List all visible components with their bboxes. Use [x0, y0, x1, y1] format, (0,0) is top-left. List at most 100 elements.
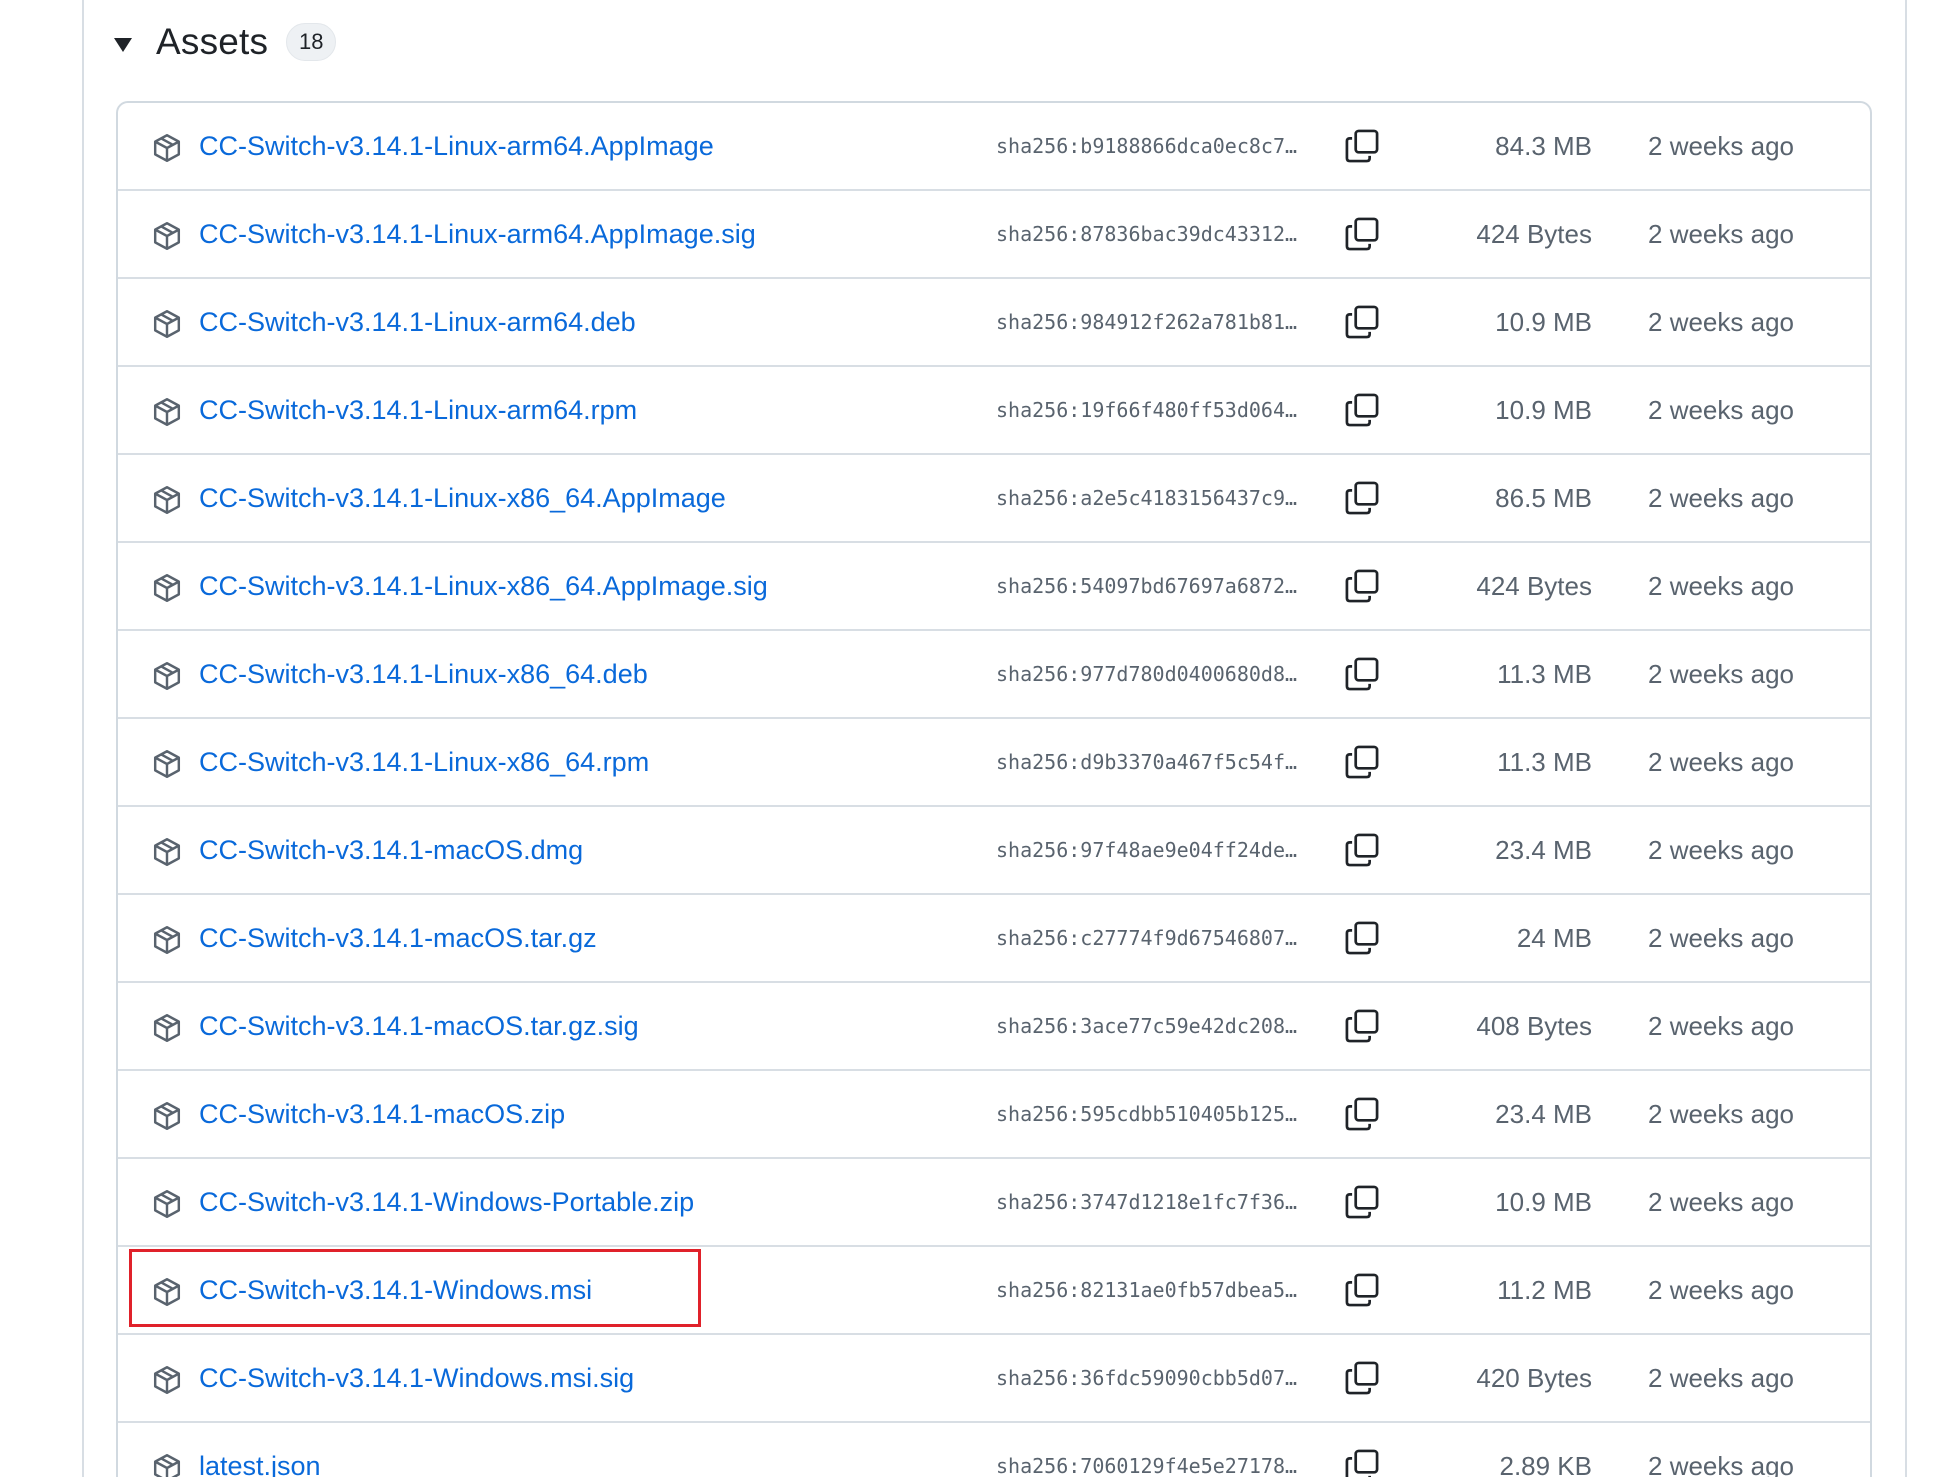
asset-updated-time: 2 weeks ago	[1648, 659, 1794, 689]
package-icon	[152, 1189, 182, 1219]
asset-download-link[interactable]: CC-Switch-v3.14.1-Linux-x86_64.AppImage	[199, 455, 726, 541]
package-icon	[152, 661, 182, 691]
asset-size: 84.3 MB	[1495, 131, 1592, 161]
assets-title: Assets	[156, 21, 269, 62]
asset-download-link[interactable]: CC-Switch-v3.14.1-Linux-x86_64.AppImage.…	[199, 543, 768, 629]
asset-sha256: sha256:97f48ae9e04ff24de…	[996, 838, 1298, 862]
copy-icon[interactable]	[1344, 1008, 1380, 1044]
asset-sha256: sha256:3747d1218e1fc7f36…	[996, 1190, 1298, 1214]
asset-size: 408 Bytes	[1476, 1011, 1592, 1041]
copy-icon[interactable]	[1344, 920, 1380, 956]
asset-download-link[interactable]: CC-Switch-v3.14.1-Linux-arm64.deb	[199, 279, 636, 365]
asset-updated-time: 2 weeks ago	[1648, 395, 1794, 425]
asset-sha256: sha256:7060129f4e5e27178…	[996, 1454, 1298, 1477]
package-icon	[152, 837, 182, 867]
asset-download-link[interactable]: CC-Switch-v3.14.1-Linux-arm64.rpm	[199, 367, 637, 453]
asset-size: 11.3 MB	[1497, 747, 1592, 777]
asset-updated-time: 2 weeks ago	[1648, 483, 1794, 513]
package-icon	[152, 485, 182, 515]
asset-size: 420 Bytes	[1476, 1363, 1592, 1393]
asset-row: CC-Switch-v3.14.1-Windows.msi sha256:8213…	[118, 1247, 1870, 1335]
copy-icon[interactable]	[1344, 744, 1380, 780]
asset-sha256: sha256:595cdbb510405b125…	[996, 1102, 1298, 1126]
asset-size: 24 MB	[1516, 923, 1592, 953]
asset-download-link[interactable]: CC-Switch-v3.14.1-Linux-x86_64.deb	[199, 631, 648, 717]
asset-row: CC-Switch-v3.14.1-macOS.zip sha256:595cdb…	[118, 1071, 1870, 1159]
asset-sha256: sha256:984912f262a781b81…	[996, 310, 1298, 334]
asset-sha256: sha256:54097bd67697a6872…	[996, 574, 1298, 598]
assets-toggle[interactable]: Assets 18	[110, 14, 337, 70]
asset-download-link[interactable]: CC-Switch-v3.14.1-macOS.tar.gz.sig	[199, 983, 639, 1069]
asset-size: 424 Bytes	[1476, 219, 1592, 249]
asset-sha256: sha256:36fdc59090cbb5d07…	[996, 1366, 1298, 1390]
asset-updated-time: 2 weeks ago	[1648, 923, 1794, 953]
asset-download-link[interactable]: CC-Switch-v3.14.1-Windows.msi	[199, 1247, 592, 1333]
copy-icon[interactable]	[1344, 1448, 1380, 1477]
asset-row: CC-Switch-v3.14.1-Linux-x86_64.AppImage.…	[118, 543, 1870, 631]
package-icon	[152, 221, 182, 251]
asset-row: latest.json sha256:7060129f4e5e27178… 2.89…	[118, 1423, 1870, 1477]
package-icon	[152, 309, 182, 339]
copy-icon[interactable]	[1344, 1184, 1380, 1220]
asset-updated-time: 2 weeks ago	[1648, 1187, 1794, 1217]
copy-icon[interactable]	[1344, 832, 1380, 868]
asset-updated-time: 2 weeks ago	[1648, 307, 1794, 337]
copy-icon[interactable]	[1344, 304, 1380, 340]
page-frame-right	[1905, 0, 1907, 1477]
asset-row: CC-Switch-v3.14.1-Windows-Portable.zip sh…	[118, 1159, 1870, 1247]
asset-size: 2.89 KB	[1499, 1451, 1592, 1477]
asset-sha256: sha256:82131ae0fb57dbea5…	[996, 1278, 1298, 1302]
asset-row: CC-Switch-v3.14.1-Windows.msi.sig sha256:…	[118, 1335, 1870, 1423]
asset-row: CC-Switch-v3.14.1-Linux-x86_64.AppImage s…	[118, 455, 1870, 543]
asset-updated-time: 2 weeks ago	[1648, 571, 1794, 601]
asset-size: 23.4 MB	[1495, 835, 1592, 865]
package-icon	[152, 1013, 182, 1043]
asset-download-link[interactable]: CC-Switch-v3.14.1-Windows.msi.sig	[199, 1335, 634, 1421]
asset-size: 11.3 MB	[1497, 659, 1592, 689]
asset-updated-time: 2 weeks ago	[1648, 1011, 1794, 1041]
asset-download-link[interactable]: latest.json	[199, 1423, 321, 1477]
asset-updated-time: 2 weeks ago	[1648, 1275, 1794, 1305]
copy-icon[interactable]	[1344, 1360, 1380, 1396]
package-icon	[152, 1277, 182, 1307]
asset-download-link[interactable]: CC-Switch-v3.14.1-macOS.dmg	[199, 807, 583, 893]
asset-sha256: sha256:c27774f9d67546807…	[996, 926, 1298, 950]
asset-row: CC-Switch-v3.14.1-macOS.dmg sha256:97f48a…	[118, 807, 1870, 895]
package-icon	[152, 1365, 182, 1395]
asset-sha256: sha256:3ace77c59e42dc208…	[996, 1014, 1298, 1038]
copy-icon[interactable]	[1344, 1096, 1380, 1132]
copy-icon[interactable]	[1344, 480, 1380, 516]
copy-icon[interactable]	[1344, 216, 1380, 252]
asset-row: CC-Switch-v3.14.1-Linux-arm64.AppImage sh…	[118, 103, 1870, 191]
assets-list: CC-Switch-v3.14.1-Linux-arm64.AppImage sh…	[116, 101, 1872, 1477]
asset-row: CC-Switch-v3.14.1-Linux-arm64.rpm sha256:…	[118, 367, 1870, 455]
copy-icon[interactable]	[1344, 656, 1380, 692]
asset-download-link[interactable]: CC-Switch-v3.14.1-Linux-arm64.AppImage	[199, 103, 714, 189]
asset-download-link[interactable]: CC-Switch-v3.14.1-macOS.tar.gz	[199, 895, 597, 981]
asset-download-link[interactable]: CC-Switch-v3.14.1-Linux-x86_64.rpm	[199, 719, 649, 805]
asset-download-link[interactable]: CC-Switch-v3.14.1-macOS.zip	[199, 1071, 565, 1157]
asset-row: CC-Switch-v3.14.1-Linux-x86_64.deb sha256…	[118, 631, 1870, 719]
asset-download-link[interactable]: CC-Switch-v3.14.1-Linux-arm64.AppImage.s…	[199, 191, 756, 277]
asset-updated-time: 2 weeks ago	[1648, 131, 1794, 161]
asset-size: 10.9 MB	[1495, 1187, 1592, 1217]
copy-icon[interactable]	[1344, 1272, 1380, 1308]
asset-size: 23.4 MB	[1495, 1099, 1592, 1129]
asset-row: CC-Switch-v3.14.1-Linux-arm64.deb sha256:…	[118, 279, 1870, 367]
assets-count-badge: 18	[286, 23, 337, 61]
package-icon	[152, 573, 182, 603]
package-icon	[152, 749, 182, 779]
package-icon	[152, 133, 182, 163]
asset-updated-time: 2 weeks ago	[1648, 1363, 1794, 1393]
asset-sha256: sha256:19f66f480ff53d064…	[996, 398, 1298, 422]
copy-icon[interactable]	[1344, 392, 1380, 428]
asset-download-link[interactable]: CC-Switch-v3.14.1-Windows-Portable.zip	[199, 1159, 694, 1245]
asset-updated-time: 2 weeks ago	[1648, 835, 1794, 865]
asset-updated-time: 2 weeks ago	[1648, 219, 1794, 249]
asset-size: 10.9 MB	[1495, 307, 1592, 337]
copy-icon[interactable]	[1344, 568, 1380, 604]
asset-size: 424 Bytes	[1476, 571, 1592, 601]
copy-icon[interactable]	[1344, 128, 1380, 164]
triangle-down-icon	[110, 32, 136, 58]
asset-sha256: sha256:87836bac39dc43312…	[996, 222, 1298, 246]
